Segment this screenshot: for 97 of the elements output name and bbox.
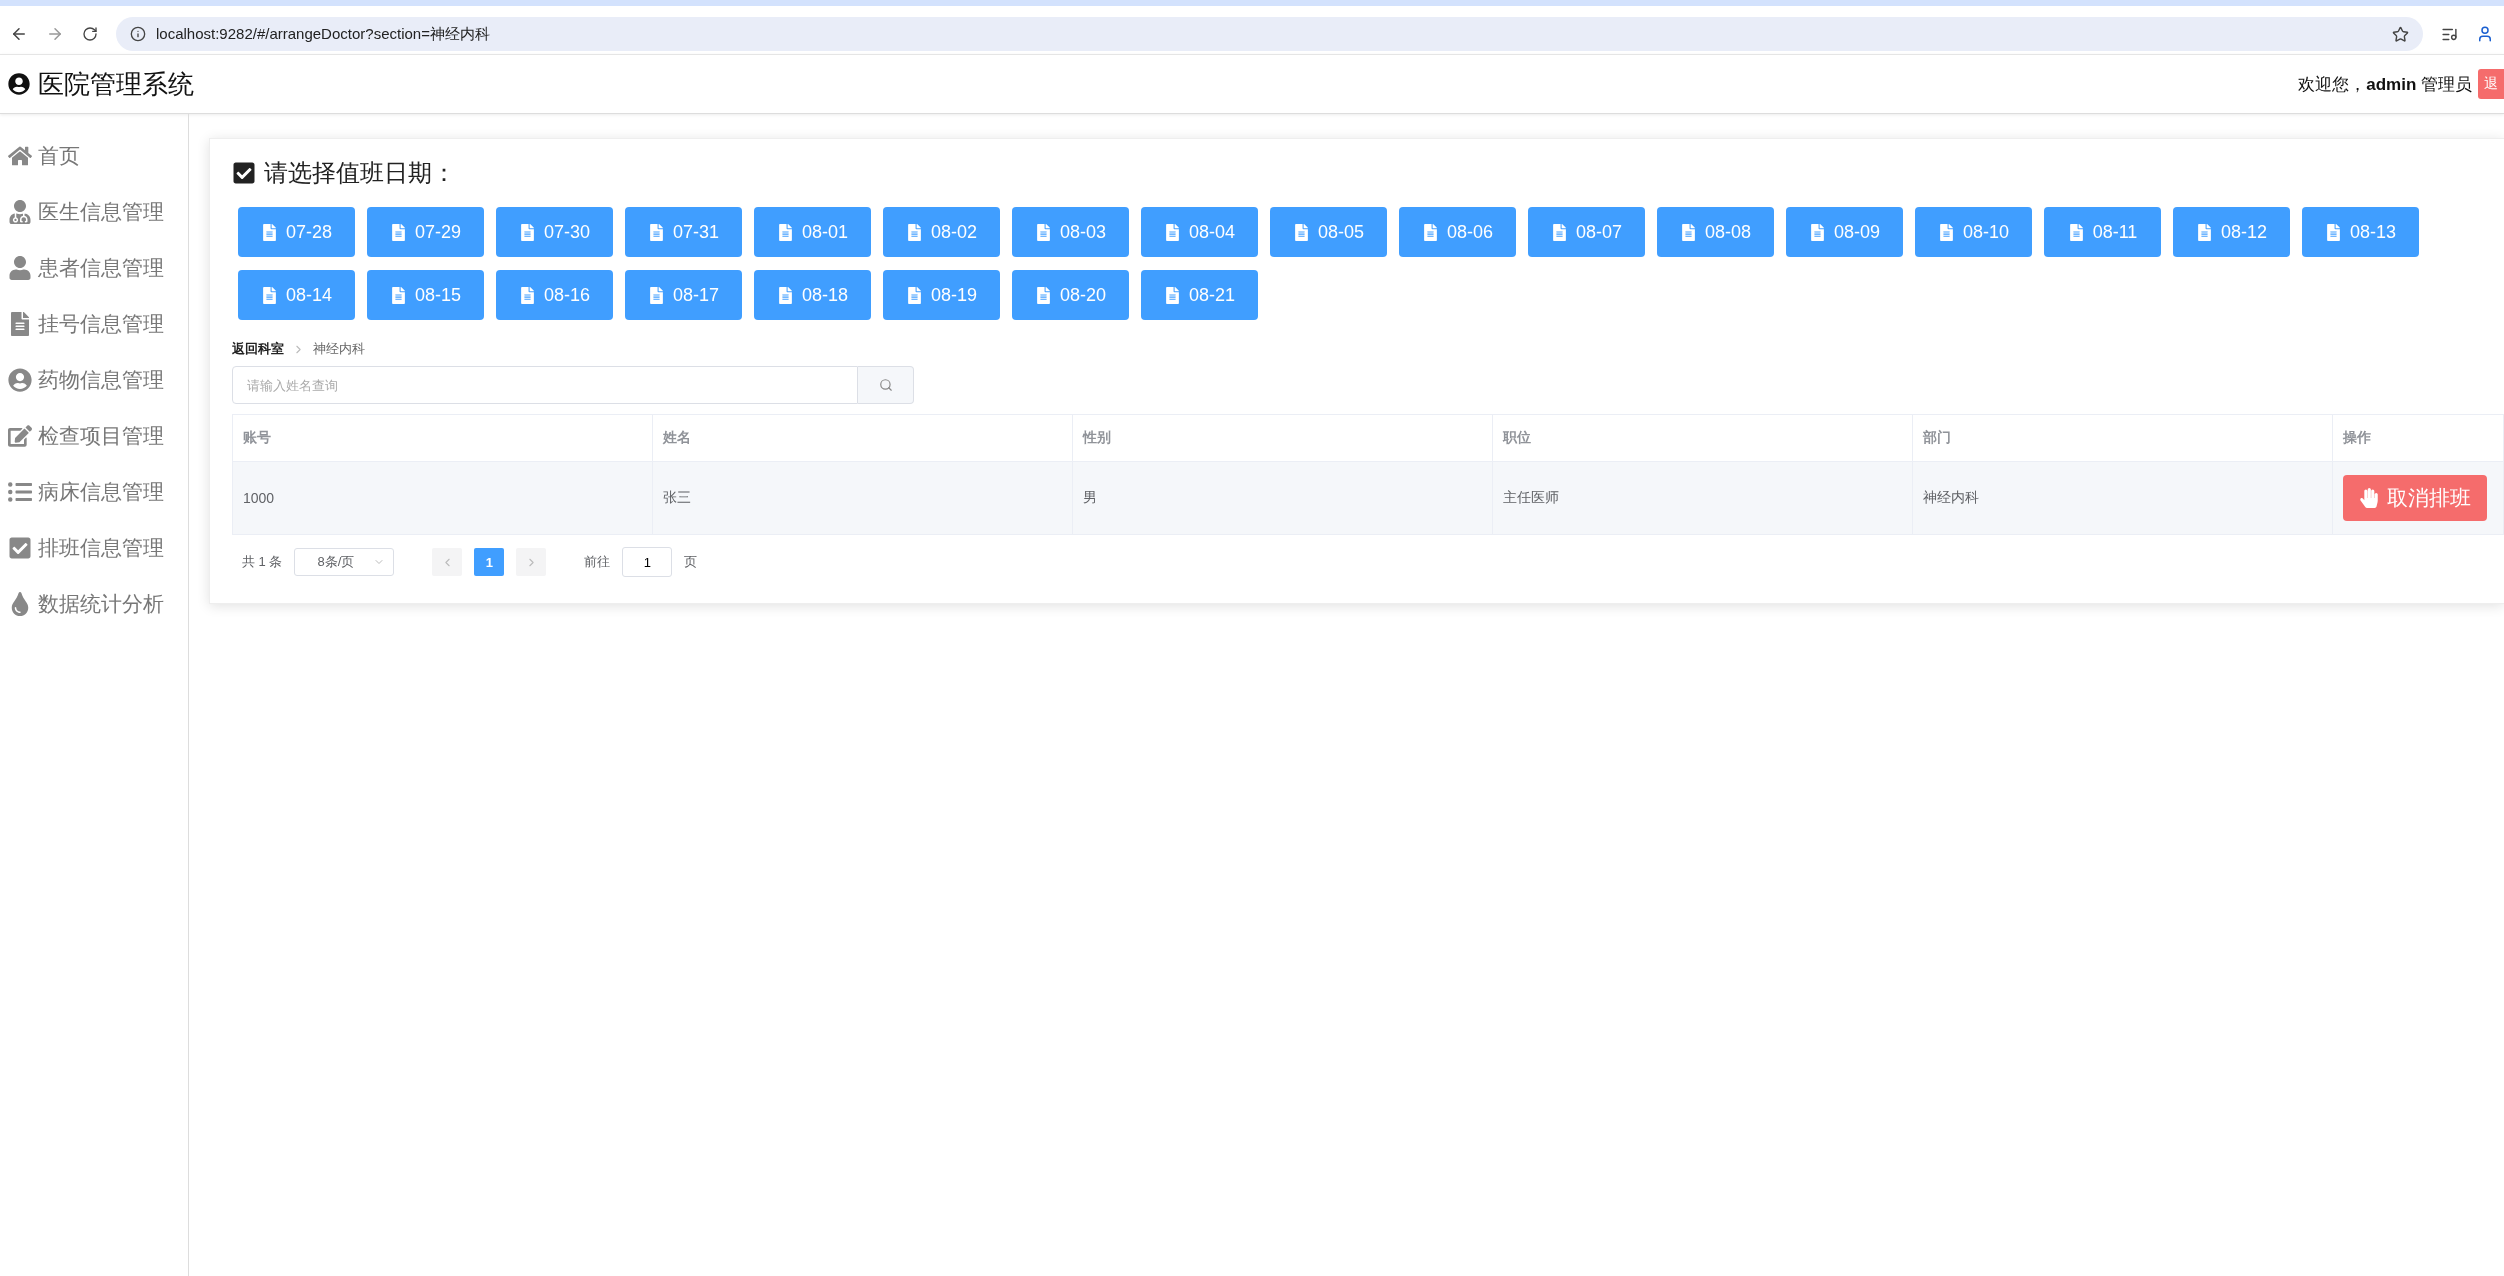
document-icon [2067,223,2085,241]
profile-icon[interactable] [2476,25,2494,43]
date-button[interactable]: 08-09 [1786,207,1903,257]
sidebar-item[interactable]: 排班信息管理 [0,520,188,576]
document-icon [260,223,278,241]
date-button[interactable]: 08-11 [2044,207,2161,257]
search-field[interactable]: 请输入姓名查询 [232,366,858,404]
breadcrumb-link[interactable]: 返回科室 [232,340,284,358]
date-button[interactable]: 08-07 [1528,207,1645,257]
breadcrumb-link[interactable]: 神经内科 [313,340,365,358]
document-icon [1421,223,1439,241]
list-icon [8,480,32,504]
date-button[interactable]: 08-19 [883,270,1000,320]
table-cell: 张三 [653,462,1073,535]
document-icon [260,286,278,304]
page-size-select[interactable]: 8条/页 [294,548,395,576]
document-icon [905,223,923,241]
date-button[interactable]: 08-15 [367,270,484,320]
document-icon [2195,223,2213,241]
document-icon [647,286,665,304]
address-bar[interactable]: localhost:9282/#/arrangeDoctor?section=神经内科 [116,17,2423,51]
sidebar-item[interactable]: 首页 [0,128,188,184]
checkbox-icon [232,161,256,185]
date-button[interactable]: 07-29 [367,207,484,257]
date-button[interactable]: 08-04 [1141,207,1258,257]
document-icon [1034,223,1052,241]
date-button[interactable]: 08-17 [625,270,742,320]
info-icon[interactable] [130,26,146,42]
document-icon [389,223,407,241]
date-button[interactable]: 08-12 [2173,207,2290,257]
date-button[interactable]: 08-06 [1399,207,1516,257]
logout-button[interactable]: 退 [2478,69,2504,99]
doctor-icon [8,200,32,224]
sidebar-item[interactable]: 数据统计分析 [0,576,188,632]
forward-icon[interactable] [46,25,64,43]
document-icon [1292,223,1310,241]
table-cell: 1000 [233,462,653,535]
document-icon [905,286,923,304]
sidebar-item[interactable]: 药物信息管理 [0,352,188,408]
date-button[interactable]: 08-05 [1270,207,1387,257]
date-button[interactable]: 07-31 [625,207,742,257]
hand-icon [2359,488,2379,508]
document-icon [1034,286,1052,304]
document-icon [776,286,794,304]
date-button[interactable]: 08-08 [1657,207,1774,257]
reload-icon[interactable] [82,26,98,42]
url-text: localhost:9282/#/arrangeDoctor?section=神经内科 [156,24,490,44]
total-count: 共 1 条 [242,553,283,571]
document-icon [1808,223,1826,241]
document-icon [389,286,407,304]
edit-icon [8,424,32,448]
date-button[interactable]: 08-20 [1012,270,1129,320]
document-icon [776,223,794,241]
document-icon [1163,286,1181,304]
document-icon [647,223,665,241]
document-icon [1550,223,1568,241]
date-button[interactable]: 08-01 [754,207,871,257]
document-icon [1163,223,1181,241]
date-button[interactable]: 08-16 [496,270,613,320]
sidebar-item[interactable]: 医生信息管理 [0,184,188,240]
bookmark-star-icon[interactable] [2392,25,2409,43]
date-button[interactable]: 08-21 [1141,270,1258,320]
table-cell: 主任医师 [1493,462,1913,535]
app-title: 医院管理系统 [38,67,194,101]
document-icon [2324,223,2342,241]
date-button[interactable]: 08-18 [754,270,871,320]
page-button[interactable]: 1 [474,548,505,576]
date-button[interactable]: 07-30 [496,207,613,257]
sidebar-item[interactable]: 挂号信息管理 [0,296,188,352]
back-icon[interactable] [10,25,28,43]
date-button[interactable]: 08-10 [1915,207,2032,257]
sidebar-item[interactable]: 病床信息管理 [0,464,188,520]
goto-page-field[interactable]: 1 [622,547,673,577]
table-cell: 男 [1073,462,1493,535]
logo-icon [8,73,30,95]
document-icon [1679,223,1697,241]
document-icon [518,286,536,304]
document-icon [1937,223,1955,241]
sidebar-item[interactable]: 检查项目管理 [0,408,188,464]
welcome-text: 欢迎您，admin 管理员 [2298,73,2472,96]
goto-label: 前往 [584,553,611,571]
date-button[interactable]: 08-02 [883,207,1000,257]
page-suffix: 页 [684,553,698,571]
date-button[interactable]: 08-13 [2302,207,2419,257]
checkbox-icon [8,536,32,560]
date-button[interactable]: 08-03 [1012,207,1129,257]
search-icon [878,378,893,392]
date-button[interactable]: 07-28 [238,207,355,257]
date-button[interactable]: 08-14 [238,270,355,320]
table-cell: 神经内科 [1913,462,2333,535]
card-title: 请选择值班日期： [264,158,456,188]
cancel-schedule-button[interactable]: 取消排班 [2343,475,2487,521]
sidebar-item[interactable]: 患者信息管理 [0,240,188,296]
document-icon [8,312,32,336]
document-icon [518,223,536,241]
person-icon [8,256,32,280]
house-icon [8,144,32,168]
